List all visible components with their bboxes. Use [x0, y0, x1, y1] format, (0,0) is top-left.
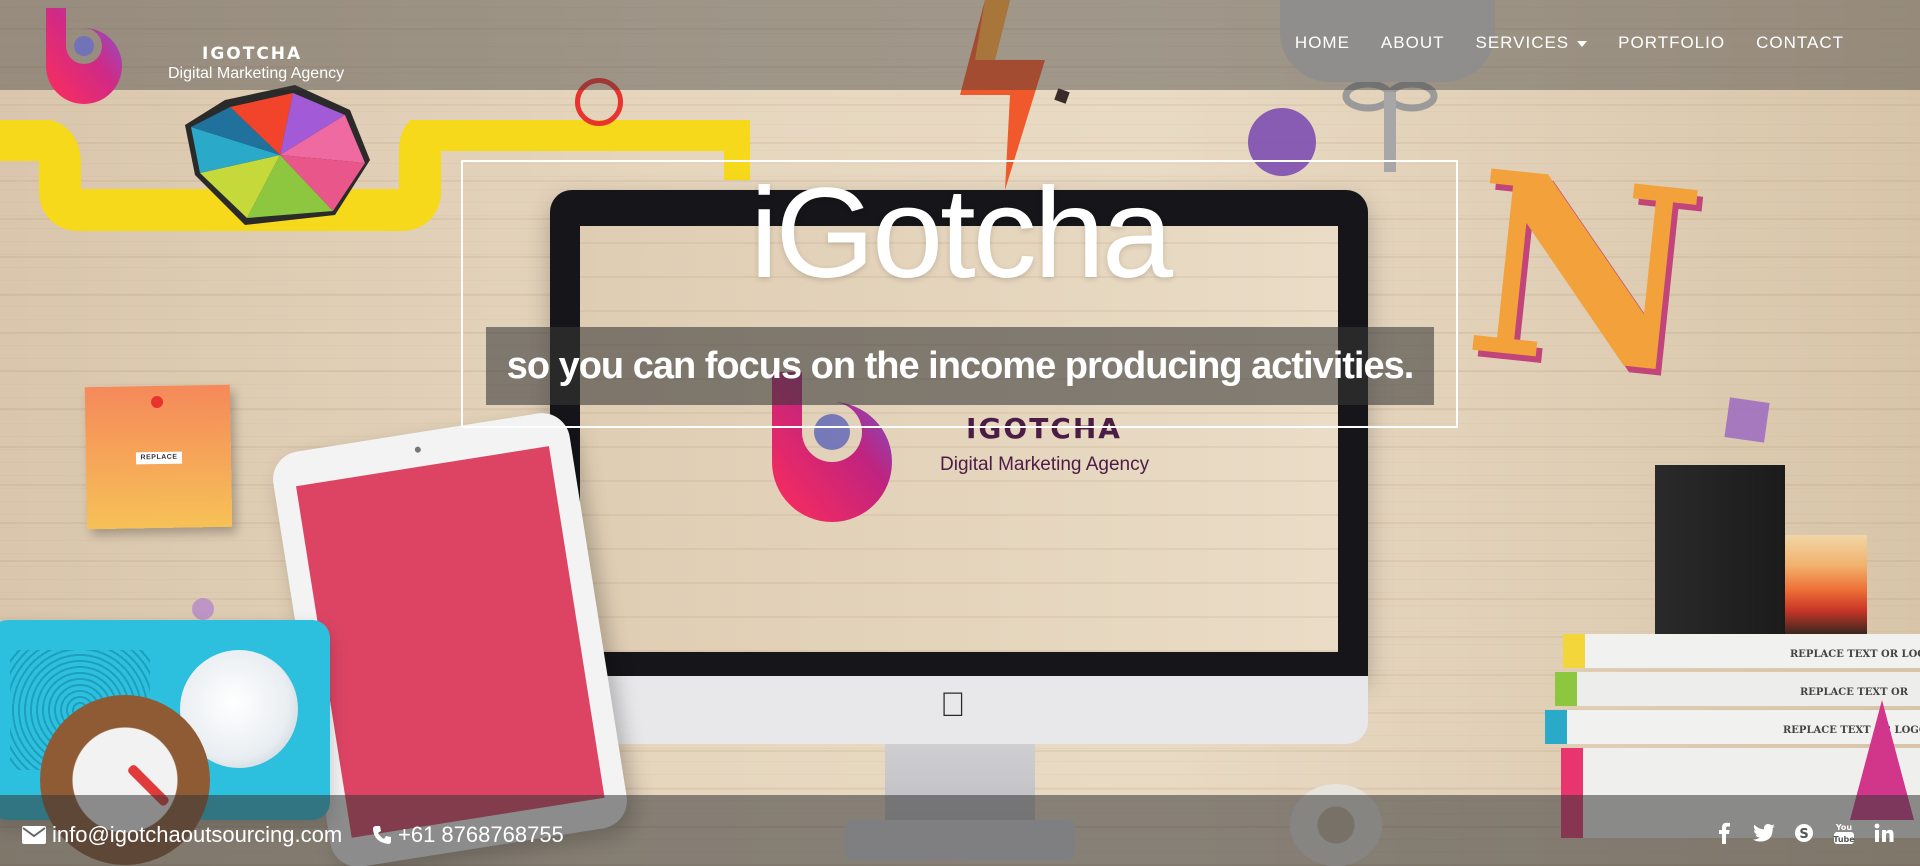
phone-contact[interactable]: +61 8768768755: [372, 822, 564, 848]
phone-icon: [373, 826, 391, 844]
email-address: info@igotchaoutsourcing.com: [52, 822, 343, 847]
hero-background-scene: N REPLACE IGOTCHA Digital Marketing Agen…: [0, 0, 1920, 866]
svg-text:You: You: [1835, 823, 1853, 832]
sticky-note-graphic: REPLACE: [84, 384, 233, 530]
twitter-icon[interactable]: [1752, 820, 1776, 846]
main-menu: HOME ABOUT SERVICES PORTFOLIO CONTACT: [1295, 0, 1920, 90]
email-contact[interactable]: info@igotchaoutsourcing.com: [22, 822, 342, 848]
brand-tagline: Digital Marketing Agency: [168, 65, 345, 82]
linkedin-icon[interactable]: [1872, 820, 1896, 846]
hero-title: iGotcha: [749, 162, 1173, 305]
striped-block-graphic: [1785, 535, 1867, 635]
wind-up-key-graphic: [1342, 82, 1438, 172]
nav-portfolio-link[interactable]: PORTFOLIO: [1618, 33, 1725, 53]
brand-logo-icon[interactable]: [38, 8, 138, 104]
black-block-graphic: [1655, 465, 1785, 635]
nav-services-link[interactable]: SERVICES: [1475, 33, 1588, 53]
social-links: S You Tube: [1696, 820, 1896, 846]
facebook-icon[interactable]: [1712, 820, 1736, 846]
svg-text:S: S: [1799, 827, 1808, 842]
nav-about-link[interactable]: ABOUT: [1381, 33, 1445, 53]
book-label-1: REPLACE TEXT OR LOGO: [1790, 649, 1920, 660]
nav-services-label: SERVICES: [1475, 33, 1570, 52]
brand-name: IGOTCHA: [202, 44, 303, 64]
skype-icon[interactable]: S: [1792, 820, 1816, 846]
top-navigation-bar: IGOTCHA Digital Marketing Agency HOME AB…: [0, 0, 1920, 104]
youtube-icon[interactable]: You Tube: [1832, 820, 1856, 846]
small-purple-dot-graphic: [192, 598, 214, 620]
sticky-note-label: REPLACE: [135, 451, 183, 465]
book-label-2: REPLACE TEXT OR: [1800, 687, 1909, 698]
svg-text:Tube: Tube: [1833, 835, 1855, 844]
chevron-down-icon: [1577, 40, 1588, 47]
phone-number: +61 8768768755: [398, 822, 564, 847]
tablet-screen-graphic: [296, 446, 605, 838]
apple-logo-icon: : [940, 686, 966, 725]
nav-contact-link[interactable]: CONTACT: [1756, 33, 1844, 53]
pushpin-graphic: [150, 395, 164, 409]
purple-square-graphic: [1724, 397, 1770, 443]
monitor-brand-tagline: Digital Marketing Agency: [940, 454, 1150, 475]
hero-subtitle: so you can focus on the income producing…: [486, 327, 1434, 405]
nav-home-link[interactable]: HOME: [1295, 33, 1350, 53]
envelope-icon: [22, 826, 46, 844]
tablet-camera-graphic: [414, 446, 422, 454]
